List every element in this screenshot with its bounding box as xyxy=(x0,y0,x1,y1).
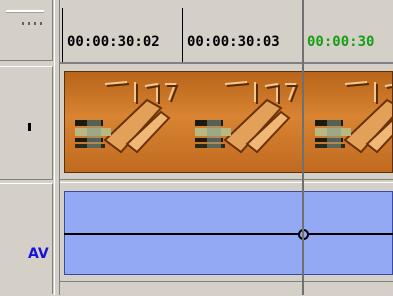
time-ruler[interactable]: 00:00:30:02 00:00:30:03 00:00:30 xyxy=(60,0,393,64)
ruler-tick xyxy=(62,8,63,62)
timecode-label: 00:00:30:02 xyxy=(67,34,160,50)
corner-panel xyxy=(0,0,53,61)
current-timecode-label: 00:00:30 xyxy=(307,34,375,50)
grip-icon[interactable] xyxy=(22,22,44,30)
audio-track-label: AV xyxy=(28,246,49,262)
timecode-label: 00:00:30:03 xyxy=(187,34,280,50)
ruler-tick xyxy=(182,8,183,62)
track-marker xyxy=(28,123,31,131)
video-clip[interactable] xyxy=(64,71,393,173)
grip-line xyxy=(6,10,44,13)
clip-thumbnail xyxy=(305,72,392,172)
track-bottom-edge xyxy=(60,281,393,296)
clip-thumbnail xyxy=(185,72,305,172)
video-track-header[interactable] xyxy=(0,66,53,180)
audio-track-header[interactable] xyxy=(0,183,53,294)
clip-thumbnail xyxy=(65,72,185,172)
volume-rubberband[interactable] xyxy=(64,233,393,235)
playhead-line[interactable] xyxy=(302,0,304,295)
